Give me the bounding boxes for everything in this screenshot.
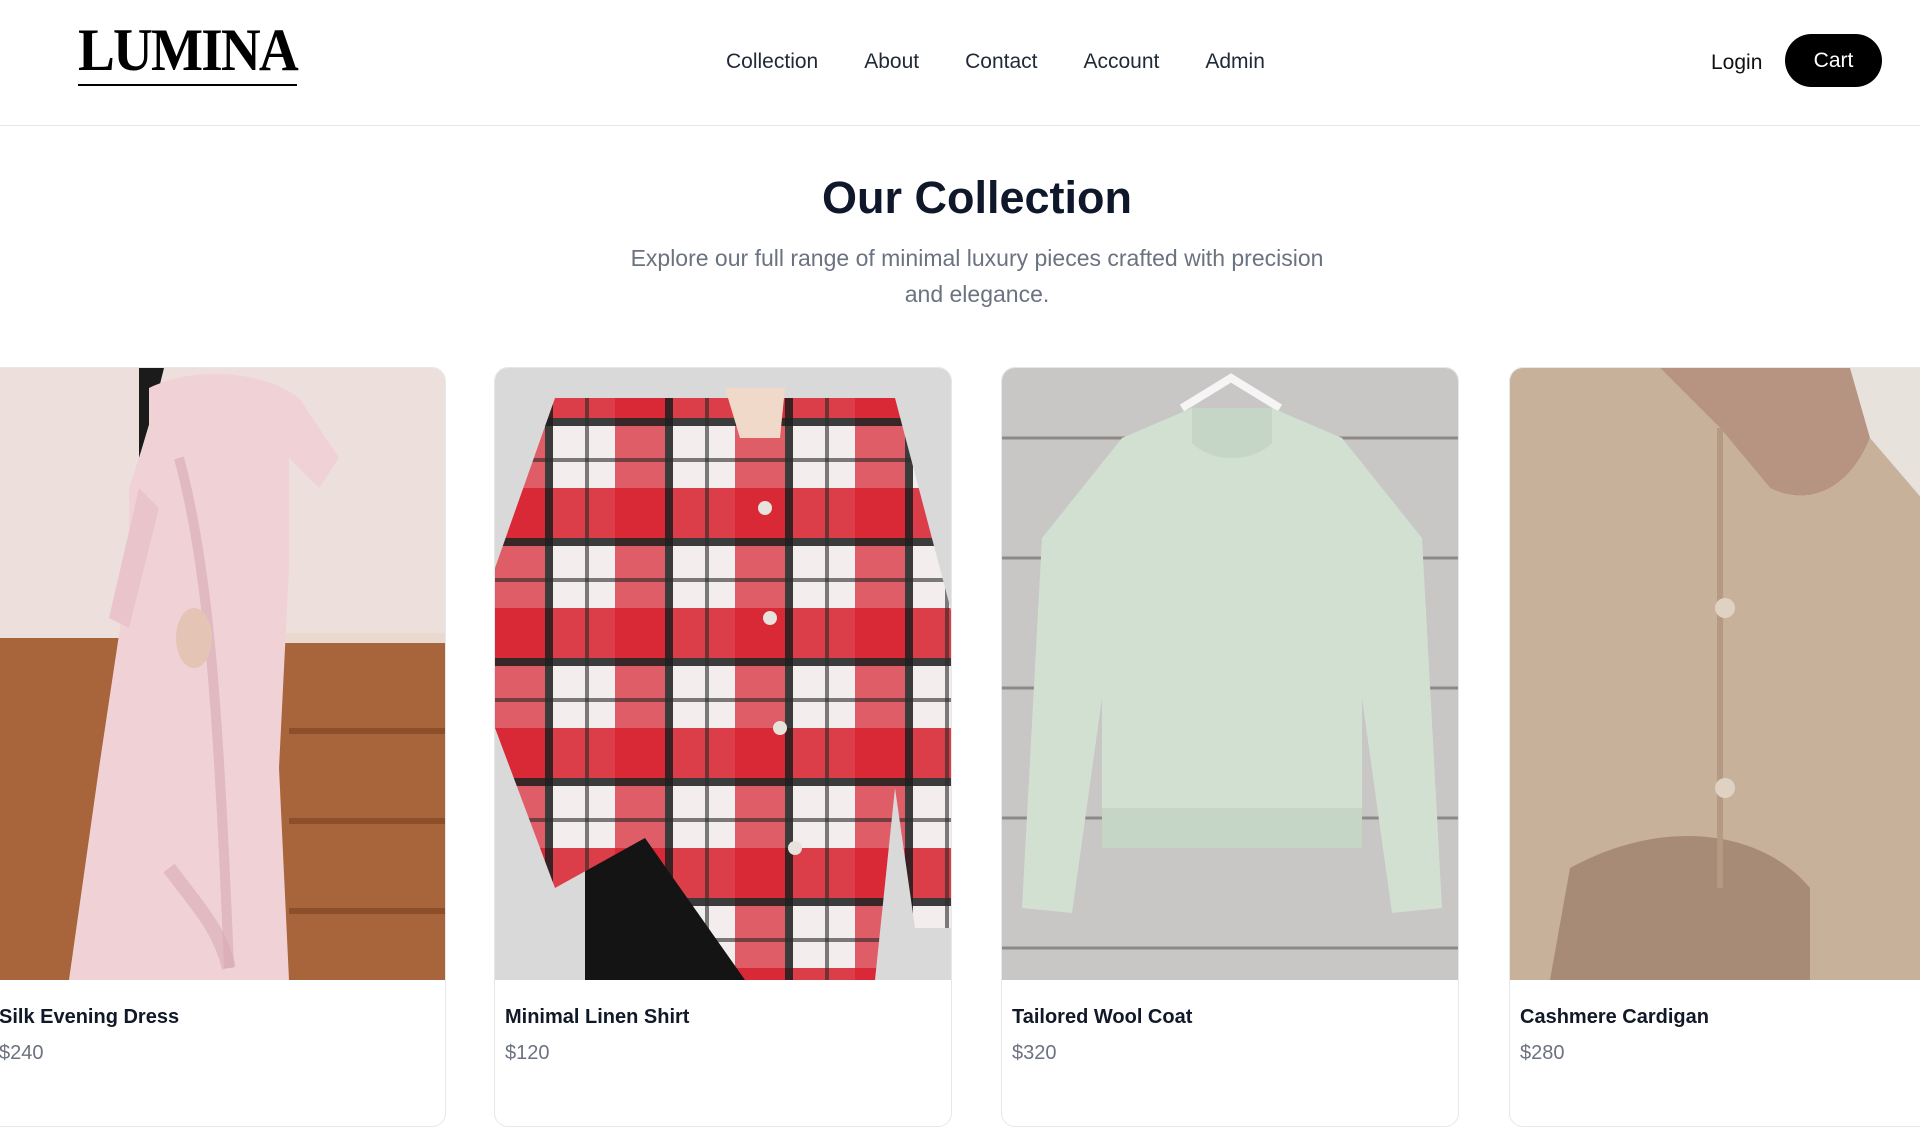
nav-contact[interactable]: Contact — [965, 46, 1037, 78]
page-title: Our Collection — [821, 172, 1132, 223]
product-card[interactable]: Silk Evening Dress $240 — [0, 367, 446, 1127]
site-header: LUMINA Collection About Contact Account … — [0, 0, 1920, 126]
product-image-wool-coat[interactable] — [1002, 368, 1458, 980]
page-subtitle: Explore our full range of minimal luxury… — [630, 245, 1324, 307]
product-price: $240 — [0, 1042, 44, 1064]
login-link[interactable]: Login — [1711, 47, 1762, 79]
product-name[interactable]: Silk Evening Dress — [0, 1006, 179, 1029]
product-card[interactable]: Tailored Wool Coat $320 — [1001, 367, 1459, 1127]
cart-button[interactable]: Cart — [1785, 34, 1882, 87]
brand-logo[interactable]: LUMINA — [78, 20, 299, 86]
product-image-cashmere-cardigan[interactable] — [1510, 368, 1920, 980]
product-image-linen-shirt[interactable] — [495, 368, 951, 980]
main-nav: Collection About Contact Account Admin — [726, 46, 1265, 78]
product-image-silk-dress[interactable] — [0, 368, 445, 980]
nav-admin[interactable]: Admin — [1205, 46, 1265, 78]
nav-about[interactable]: About — [864, 46, 919, 78]
nav-account[interactable]: Account — [1083, 46, 1159, 78]
product-price: $120 — [505, 1042, 550, 1064]
product-price: $280 — [1520, 1042, 1565, 1064]
product-name[interactable]: Tailored Wool Coat — [1012, 1006, 1192, 1029]
product-card[interactable]: Minimal Linen Shirt $120 — [494, 367, 952, 1127]
product-price: $320 — [1012, 1042, 1057, 1064]
nav-collection[interactable]: Collection — [726, 46, 818, 78]
product-name[interactable]: Minimal Linen Shirt — [505, 1006, 689, 1029]
product-name[interactable]: Cashmere Cardigan — [1520, 1006, 1709, 1029]
product-card[interactable]: Cashmere Cardigan $280 — [1509, 367, 1920, 1127]
